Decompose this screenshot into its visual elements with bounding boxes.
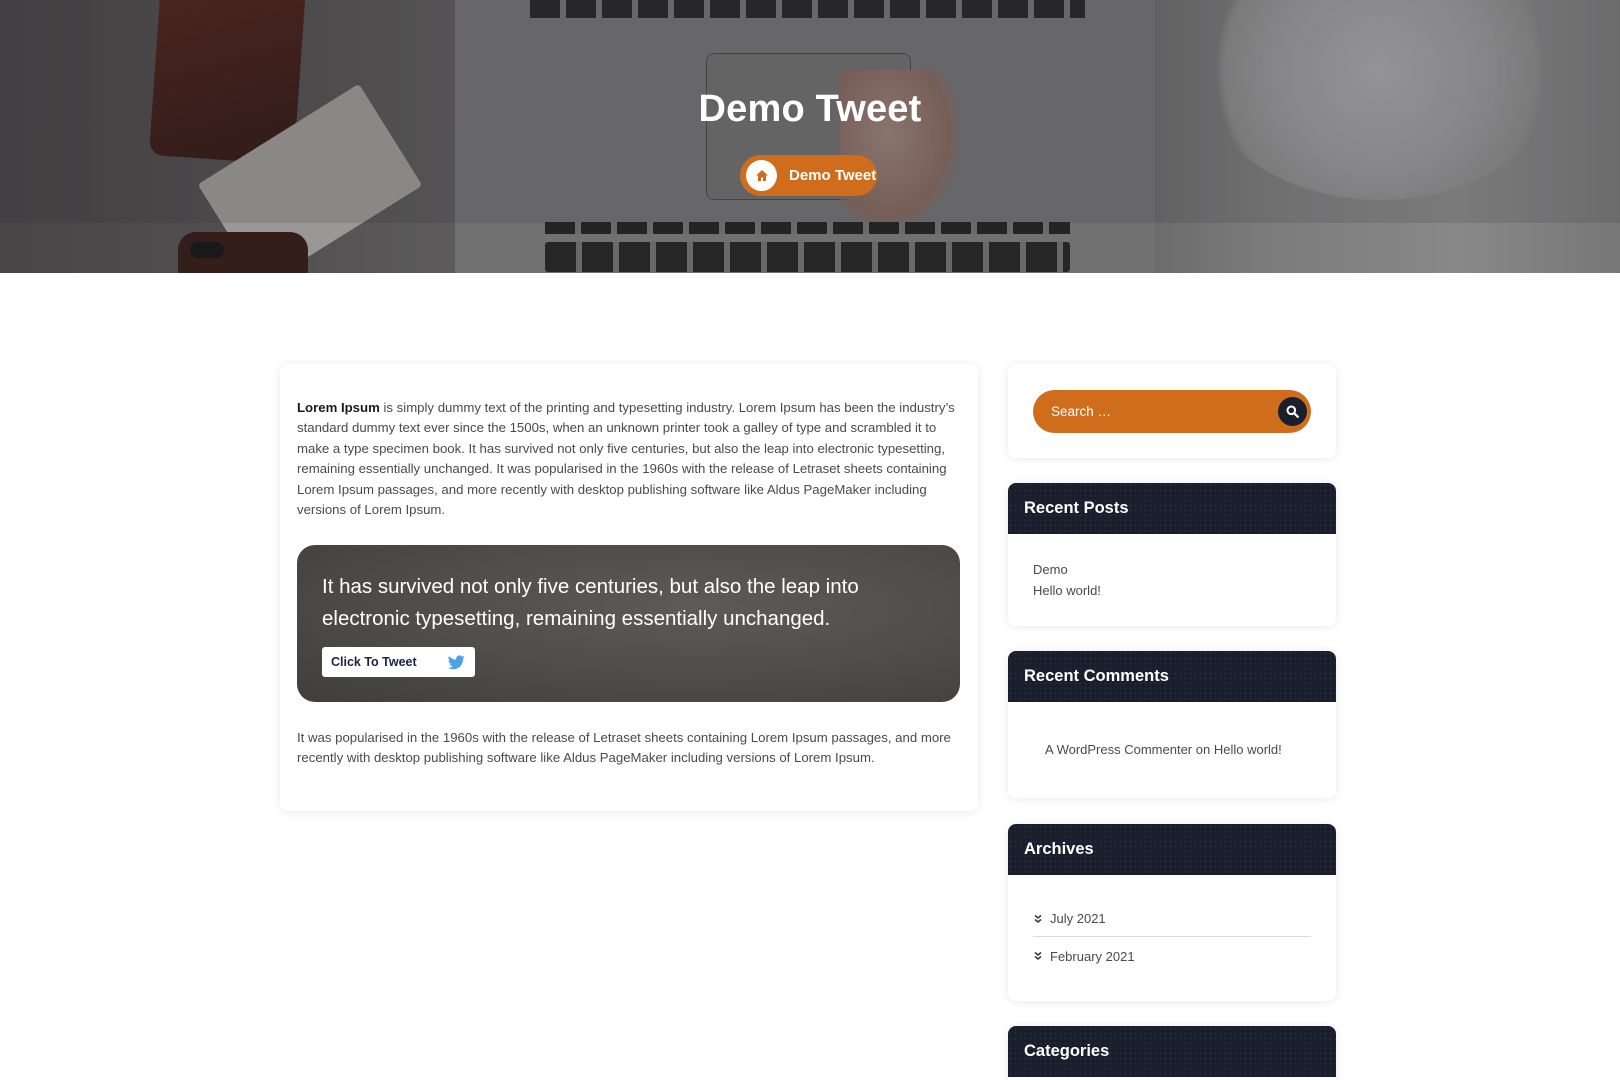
article-outro: It was popularised in the 1960s with the… [297,730,951,766]
comment-connector: on [1195,742,1211,757]
recent-comments-widget: Recent Comments A WordPress Commenter on… [1008,651,1336,798]
search-button[interactable] [1278,397,1307,426]
widget-title: Recent Posts [1008,483,1336,534]
home-icon[interactable] [746,160,777,191]
hero-overlay [0,0,1620,273]
recent-comment-item: A WordPress Commenter on Hello world! [1008,702,1336,757]
tweet-quote: It has survived not only five centuries,… [322,575,859,630]
recent-post-link[interactable]: Demo [1033,560,1336,581]
archives-list: July 2021 February 2021 [1008,875,1336,975]
archive-link[interactable]: July 2021 [1050,911,1106,926]
recent-posts-widget: Recent Posts Demo Hello world! [1008,483,1336,626]
article-intro: Lorem Ipsum is simply dummy text of the … [297,398,962,520]
archive-item[interactable]: July 2021 [1033,901,1311,937]
page-hero: Demo Tweet Demo Tweet [0,0,1620,273]
double-chevron-down-icon [1034,914,1042,923]
article-card: Lorem Ipsum is simply dummy text of the … [280,364,978,811]
widget-title: Categories [1008,1026,1336,1077]
archive-link[interactable]: February 2021 [1050,949,1135,964]
categories-widget: Categories [1008,1026,1336,1080]
click-to-tweet-button[interactable]: Click To Tweet [322,647,475,677]
widget-title: Archives [1008,824,1336,875]
double-chevron-down-icon [1034,951,1042,961]
archive-item[interactable]: February 2021 [1033,937,1311,975]
intro-text: is simply dummy text of the printing and… [297,400,955,518]
search-icon [1286,405,1299,418]
page-title: Demo Tweet [698,88,922,130]
search-input[interactable] [1051,404,1251,419]
widget-title: Recent Comments [1008,651,1336,702]
click-to-tweet-box: It has survived not only five centuries,… [297,545,960,702]
breadcrumb: Demo Tweet [740,155,877,196]
twitter-bird-icon [448,654,465,669]
archives-widget: Archives July 2021 February 2021 [1008,824,1336,1001]
search-form [1033,390,1311,433]
recent-post-link[interactable]: Hello world! [1033,581,1336,602]
intro-bold-term: Lorem Ipsum [297,400,380,415]
comment-post-link[interactable]: Hello world! [1214,742,1282,757]
comment-author-link[interactable]: A WordPress Commenter [1045,742,1192,757]
breadcrumb-current: Demo Tweet [789,167,877,184]
search-widget [1008,364,1336,458]
recent-posts-list: Demo Hello world! [1008,534,1336,601]
tweet-button-label: Click To Tweet [331,655,417,669]
